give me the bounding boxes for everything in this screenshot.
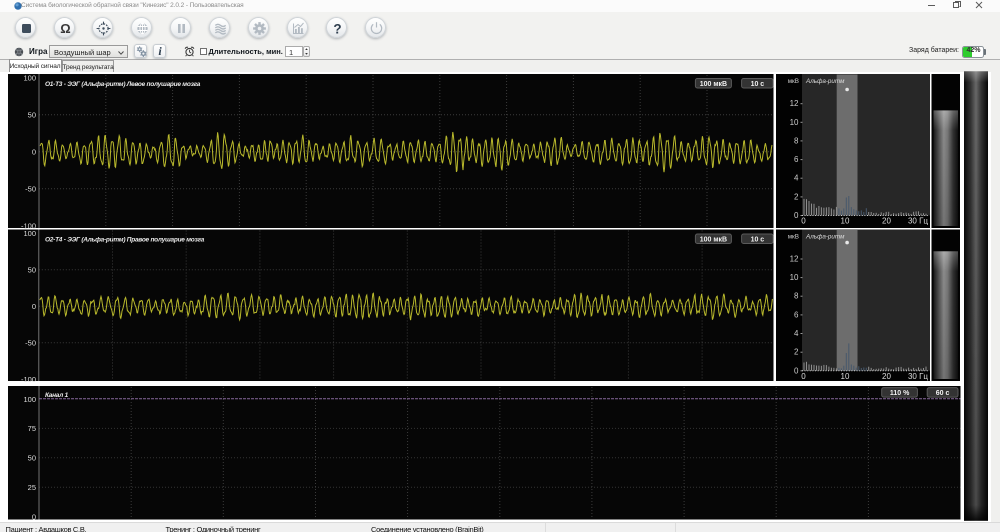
svg-text:50: 50 [28, 454, 36, 463]
svg-text:O1-T3 - ЭЭГ (Альфа-ритм) Левое: O1-T3 - ЭЭГ (Альфа-ритм) Левое полушарие… [45, 81, 201, 88]
svg-text:10: 10 [790, 118, 799, 127]
svg-text:12: 12 [790, 255, 799, 264]
svg-text:6: 6 [794, 310, 799, 319]
svg-text:0: 0 [32, 512, 36, 521]
svg-text:100: 100 [23, 229, 36, 238]
svg-text:10: 10 [841, 217, 850, 226]
svg-text:50: 50 [28, 266, 36, 275]
svg-text:-100: -100 [21, 375, 36, 384]
svg-text:-50: -50 [25, 185, 36, 194]
svg-text:4: 4 [794, 174, 799, 183]
svg-text:0: 0 [794, 366, 799, 375]
svg-text:12: 12 [790, 99, 799, 108]
svg-text:8: 8 [794, 136, 799, 145]
svg-text:30 Гц: 30 Гц [908, 372, 928, 381]
svg-text:0: 0 [801, 372, 806, 381]
svg-text:2: 2 [794, 192, 799, 201]
svg-text:10 с: 10 с [751, 81, 765, 88]
svg-text:0: 0 [794, 211, 799, 220]
svg-text:10: 10 [790, 273, 799, 282]
svg-text:50: 50 [28, 111, 36, 120]
svg-text:20: 20 [882, 217, 891, 226]
svg-text:10: 10 [841, 372, 850, 381]
svg-text:0: 0 [801, 217, 806, 226]
svg-text:0: 0 [32, 148, 36, 157]
svg-text:20: 20 [882, 372, 891, 381]
svg-text:Канал 1: Канал 1 [45, 392, 69, 399]
svg-text:4: 4 [794, 329, 799, 338]
svg-text:110 %: 110 % [890, 390, 910, 397]
svg-text:-50: -50 [25, 339, 36, 348]
svg-text:8: 8 [794, 292, 799, 301]
svg-text:2: 2 [794, 348, 799, 357]
svg-text:10 с: 10 с [751, 236, 765, 243]
svg-text:100 мкВ: 100 мкВ [700, 81, 727, 88]
svg-text:Альфа-ритм: Альфа-ритм [805, 78, 845, 85]
svg-text:100 мкВ: 100 мкВ [700, 236, 727, 243]
svg-text:100: 100 [23, 74, 36, 83]
svg-text:6: 6 [794, 155, 799, 164]
svg-text:30 Гц: 30 Гц [908, 217, 928, 226]
svg-text:O2-T4 - ЭЭГ (Альфа-ритм) Право: O2-T4 - ЭЭГ (Альфа-ритм) Правое полушари… [45, 237, 205, 244]
svg-text:0: 0 [32, 302, 36, 311]
svg-text:25: 25 [28, 483, 36, 492]
svg-text:60 с: 60 с [936, 390, 950, 397]
svg-text:Альфа-ритм: Альфа-ритм [805, 234, 845, 241]
svg-text:мкВ: мкВ [788, 234, 799, 241]
svg-text:75: 75 [28, 424, 36, 433]
svg-text:100: 100 [23, 395, 36, 404]
svg-text:мкВ: мкВ [788, 78, 799, 85]
